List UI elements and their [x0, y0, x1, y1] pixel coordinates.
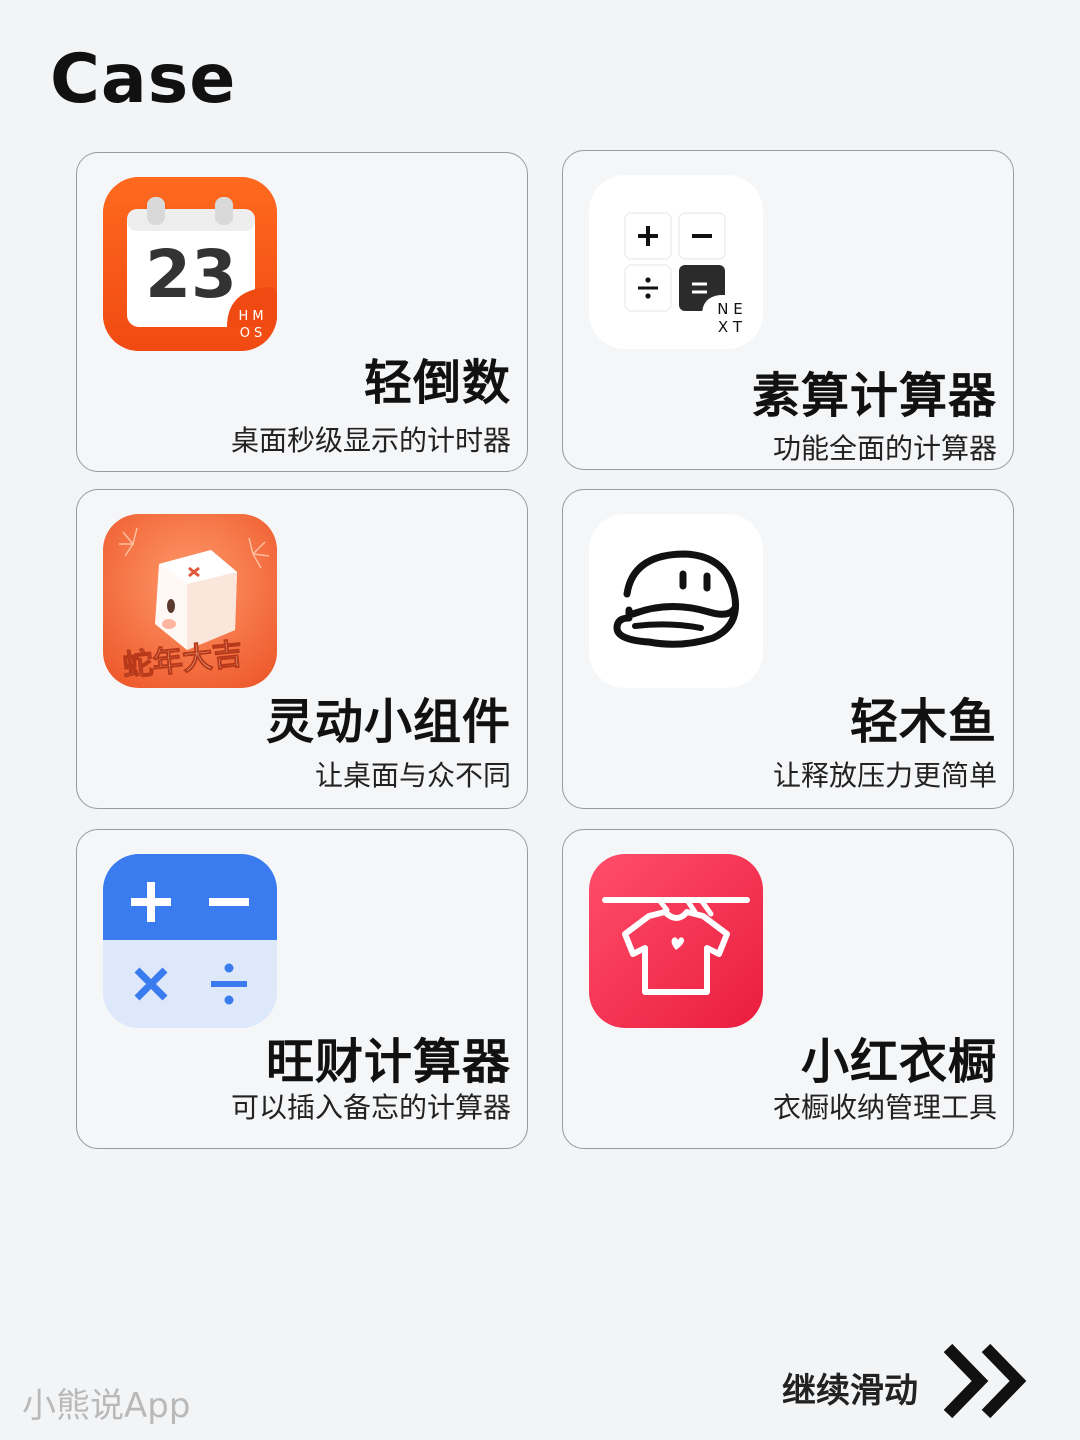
- app-description: 衣橱收纳管理工具: [772, 1091, 997, 1124]
- app-name: 小红衣橱: [800, 1034, 997, 1090]
- app-description: 功能全面的计算器: [772, 432, 997, 465]
- page-title: Case: [50, 40, 237, 119]
- app-card-wangcai-calculator[interactable]: 旺财计算器 可以插入备忘的计算器: [76, 829, 528, 1149]
- calendar-day-number: 23: [145, 236, 237, 313]
- calculator-operators-icon: [103, 854, 277, 1028]
- svg-text:N E: N E: [717, 300, 742, 318]
- app-description: 让桌面与众不同: [314, 759, 511, 792]
- app-card-susuan-calculator[interactable]: N E X T 素算计算器 功能全面的计算器: [562, 150, 1014, 470]
- app-description: 桌面秒级显示的计时器: [230, 424, 511, 457]
- app-name: 轻倒数: [363, 355, 511, 411]
- continue-scrolling-label: 继续滑动: [782, 1371, 918, 1411]
- app-name: 轻木鱼: [849, 694, 997, 750]
- app-description: 可以插入备忘的计算器: [230, 1091, 511, 1124]
- watermark: 小熊说App: [22, 1386, 191, 1426]
- clothes-hanger-icon: [589, 854, 763, 1028]
- svg-text:O S: O S: [240, 326, 263, 341]
- app-card-xiaohong-wardrobe[interactable]: 小红衣橱 衣橱收纳管理工具: [562, 829, 1014, 1149]
- app-description: 让释放压力更简单: [772, 759, 997, 792]
- app-card-qing-muyu[interactable]: 轻木鱼 让释放压力更简单: [562, 489, 1014, 809]
- wooden-fish-icon: [589, 514, 763, 688]
- app-name: 旺财计算器: [265, 1034, 511, 1090]
- app-card-qing-daoshu[interactable]: 23 H M O S 轻倒数 桌面秒级显示的计时器: [76, 152, 528, 472]
- app-card-lingdong-widget[interactable]: 蛇年大吉 灵动小组件 让桌面与众不同: [76, 489, 528, 809]
- svg-text:H M: H M: [238, 309, 263, 324]
- app-name: 素算计算器: [751, 368, 997, 424]
- calculator-keys-icon: N E X T: [589, 175, 763, 349]
- app-name: 灵动小组件: [265, 694, 511, 750]
- tofu-mascot-icon: 蛇年大吉: [103, 514, 277, 688]
- svg-text:X T: X T: [718, 318, 743, 336]
- calendar-countdown-icon: 23 H M O S: [103, 177, 277, 351]
- double-chevron-right-icon[interactable]: [940, 1342, 1036, 1420]
